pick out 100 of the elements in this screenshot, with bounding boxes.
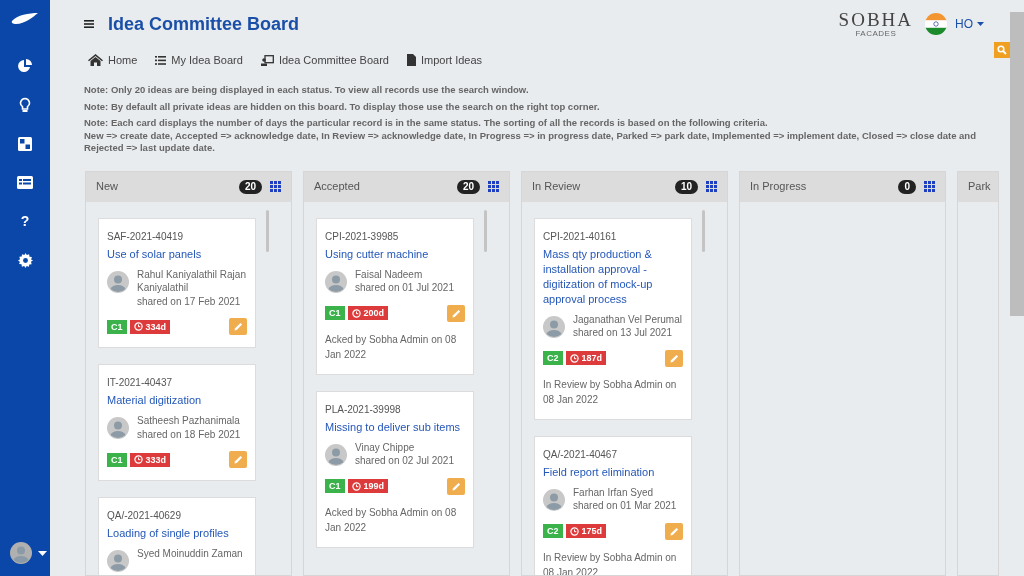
idea-title[interactable]: Loading of single profiles <box>107 526 247 541</box>
brand-logo: SOBHA <box>838 10 913 29</box>
nav-link[interactable]: My Idea Board <box>155 51 243 69</box>
flag-icon <box>925 13 947 35</box>
category-badge: C2 <box>543 351 563 365</box>
idea-title[interactable]: Mass qty production & installation approval - digitization of mock-up approval process <box>543 246 683 307</box>
status-note: In Review by Sobha Admin on 08 Jan 2022 <box>543 550 678 575</box>
idea-card[interactable]: QA/-2021-40467 Field report elimination Farhan Irfan Syed shared on 01 Mar 2021 C2 175d In Review by Sobha Admin on 08 Jan 2022 <box>534 435 692 575</box>
avatar-icon <box>325 443 347 466</box>
shared-date: shared on 17 Feb 2021 <box>137 294 242 308</box>
clock-icon <box>351 308 361 318</box>
pie-chart-icon[interactable] <box>17 57 33 74</box>
idea-title[interactable]: Use of solar panels <box>107 246 247 262</box>
home-icon <box>88 54 103 66</box>
pencil-icon <box>451 308 461 318</box>
column-title: In Progress <box>750 179 807 195</box>
clock-icon <box>569 526 579 536</box>
page-scrollbar[interactable] <box>1010 12 1024 316</box>
days-badge: 200d <box>347 306 389 320</box>
menu-icon[interactable] <box>84 20 94 28</box>
column-title: New <box>96 179 118 195</box>
avatar-icon[interactable] <box>9 542 32 564</box>
author-name: Syed Moinuddin Zaman <box>137 547 243 561</box>
avatar-icon <box>107 550 129 572</box>
pencil-icon <box>451 481 461 491</box>
clock-icon <box>133 455 143 464</box>
column-title: Accepted <box>314 179 360 195</box>
help-icon[interactable]: ? <box>20 211 30 232</box>
scrollbar[interactable] <box>484 209 487 252</box>
caret-icon[interactable] <box>37 550 47 556</box>
lightbulb-icon[interactable] <box>19 96 31 113</box>
author-name: Vinay Chippe <box>355 440 416 454</box>
caret-icon <box>977 22 984 26</box>
shared-date: shared on 13 Jul 2021 <box>573 326 673 340</box>
note-text: Note: Only 20 ideas are being displayed in each status. To view all records use the search window. <box>84 84 530 97</box>
nav-link[interactable]: Idea Committee Board <box>260 51 389 69</box>
column-title: In Review <box>532 179 581 195</box>
file-icon <box>406 54 416 66</box>
shared-date: shared on 02 Jul 2021 <box>355 454 454 468</box>
settings-icon[interactable] <box>17 253 33 268</box>
status-note: In Review by Sobha Admin on 08 Jan 2022 <box>543 377 678 407</box>
count-badge: 0 <box>898 179 916 194</box>
days-badge: 199d <box>347 479 389 493</box>
avatar-icon <box>107 270 129 293</box>
search-icon <box>997 45 1007 55</box>
category-badge: C1 <box>107 319 127 334</box>
idea-title[interactable]: Using cutter machine <box>325 246 465 262</box>
count-badge: 20 <box>456 179 480 194</box>
location-dropdown[interactable]: HO <box>955 15 984 33</box>
nav-link[interactable]: Home <box>88 51 138 69</box>
idea-title[interactable]: Missing to deliver sub items <box>325 419 465 435</box>
scrollbar[interactable] <box>702 209 705 252</box>
dashboard-icon[interactable] <box>18 136 32 151</box>
shared-date: shared on 01 Mar 2021 <box>573 499 677 513</box>
idea-id: CPI-2021-40161 <box>543 229 618 244</box>
author-name: Satheesh Pazhanimala <box>137 414 241 428</box>
status-note: Acked by Sobha Admin on 08 Jan 2022 <box>325 505 458 535</box>
clock-icon <box>569 353 579 363</box>
idea-title[interactable]: Material digitization <box>107 393 247 408</box>
nav-link[interactable]: Import Ideas <box>406 51 483 69</box>
category-badge: C1 <box>107 452 127 467</box>
avatar-icon <box>107 417 129 439</box>
days-badge: 187d <box>565 351 607 365</box>
list-icon <box>155 55 167 65</box>
idea-card[interactable]: CPI-2021-40161 Mass qty production & installation approval - digitization of mock-up approval process Jaganathan Vel Perumal shared on 13 Jul 2021 C2 187d In Review by Sobha Admin on 08 Jan 2022 <box>534 217 692 420</box>
idea-id: QA/-2021-40467 <box>543 447 618 462</box>
logo-icon[interactable] <box>11 12 39 26</box>
pencil-icon <box>669 526 679 536</box>
category-badge: C2 <box>543 524 563 538</box>
column-title: Park <box>968 179 991 195</box>
scrollbar[interactable] <box>266 209 269 252</box>
idea-id: QA/-2021-40629 <box>107 509 182 523</box>
category-badge: C1 <box>325 479 345 493</box>
idea-id: CPI-2021-39985 <box>325 229 400 244</box>
clock-icon <box>351 481 361 491</box>
table-icon[interactable] <box>17 176 33 189</box>
idea-card[interactable]: IT-2021-40437 Material digitization Satheesh Pazhanimala shared on 18 Feb 2021 C1 333d <box>98 364 256 481</box>
page-title: Idea Committee Board <box>108 12 300 36</box>
grid-icon[interactable] <box>488 181 499 192</box>
grid-icon[interactable] <box>924 181 935 192</box>
status-note: Acked by Sobha Admin on 08 Jan 2022 <box>325 332 458 362</box>
pencil-icon <box>233 322 243 331</box>
shared-date: shared on 18 Feb 2021 <box>137 427 241 441</box>
grid-icon[interactable] <box>270 181 281 192</box>
idea-card[interactable]: SAF-2021-40419 Use of solar panels Rahul Kaniyalathil Rajan Kaniyalathil shared on 17 Feb 2021 C1 334d <box>98 217 256 348</box>
idea-card[interactable]: CPI-2021-39985 Using cutter machine Faisal Nadeem shared on 01 Jul 2021 C1 200d Acked by Sobha Admin on 08 Jan 2022 <box>316 217 474 375</box>
idea-id: PLA-2021-39998 <box>325 402 402 417</box>
category-badge: C1 <box>325 306 345 320</box>
idea-card[interactable]: QA/-2021-40629 Loading of single profiles Syed Moinuddin Zaman <box>98 497 256 575</box>
author-name: Farhan Irfan Syed <box>573 485 655 499</box>
idea-card[interactable]: PLA-2021-39998 Missing to deliver sub items Vinay Chippe shared on 02 Jul 2021 C1 199d Acked by Sobha Admin on 08 Jan 2022 <box>316 390 474 548</box>
days-badge: 333d <box>129 452 171 467</box>
avatar-icon <box>325 270 347 293</box>
clock-icon <box>133 322 143 331</box>
note-text: Note: By default all private ideas are hidden on this board. To display those use the search on the right top corner. <box>84 100 601 113</box>
brand-subtitle: FACADES <box>855 30 897 38</box>
idea-title[interactable]: Field report elimination <box>543 464 683 480</box>
pencil-icon <box>669 353 679 363</box>
grid-icon[interactable] <box>706 181 717 192</box>
shared-date: shared on 01 Jul 2021 <box>355 281 454 295</box>
